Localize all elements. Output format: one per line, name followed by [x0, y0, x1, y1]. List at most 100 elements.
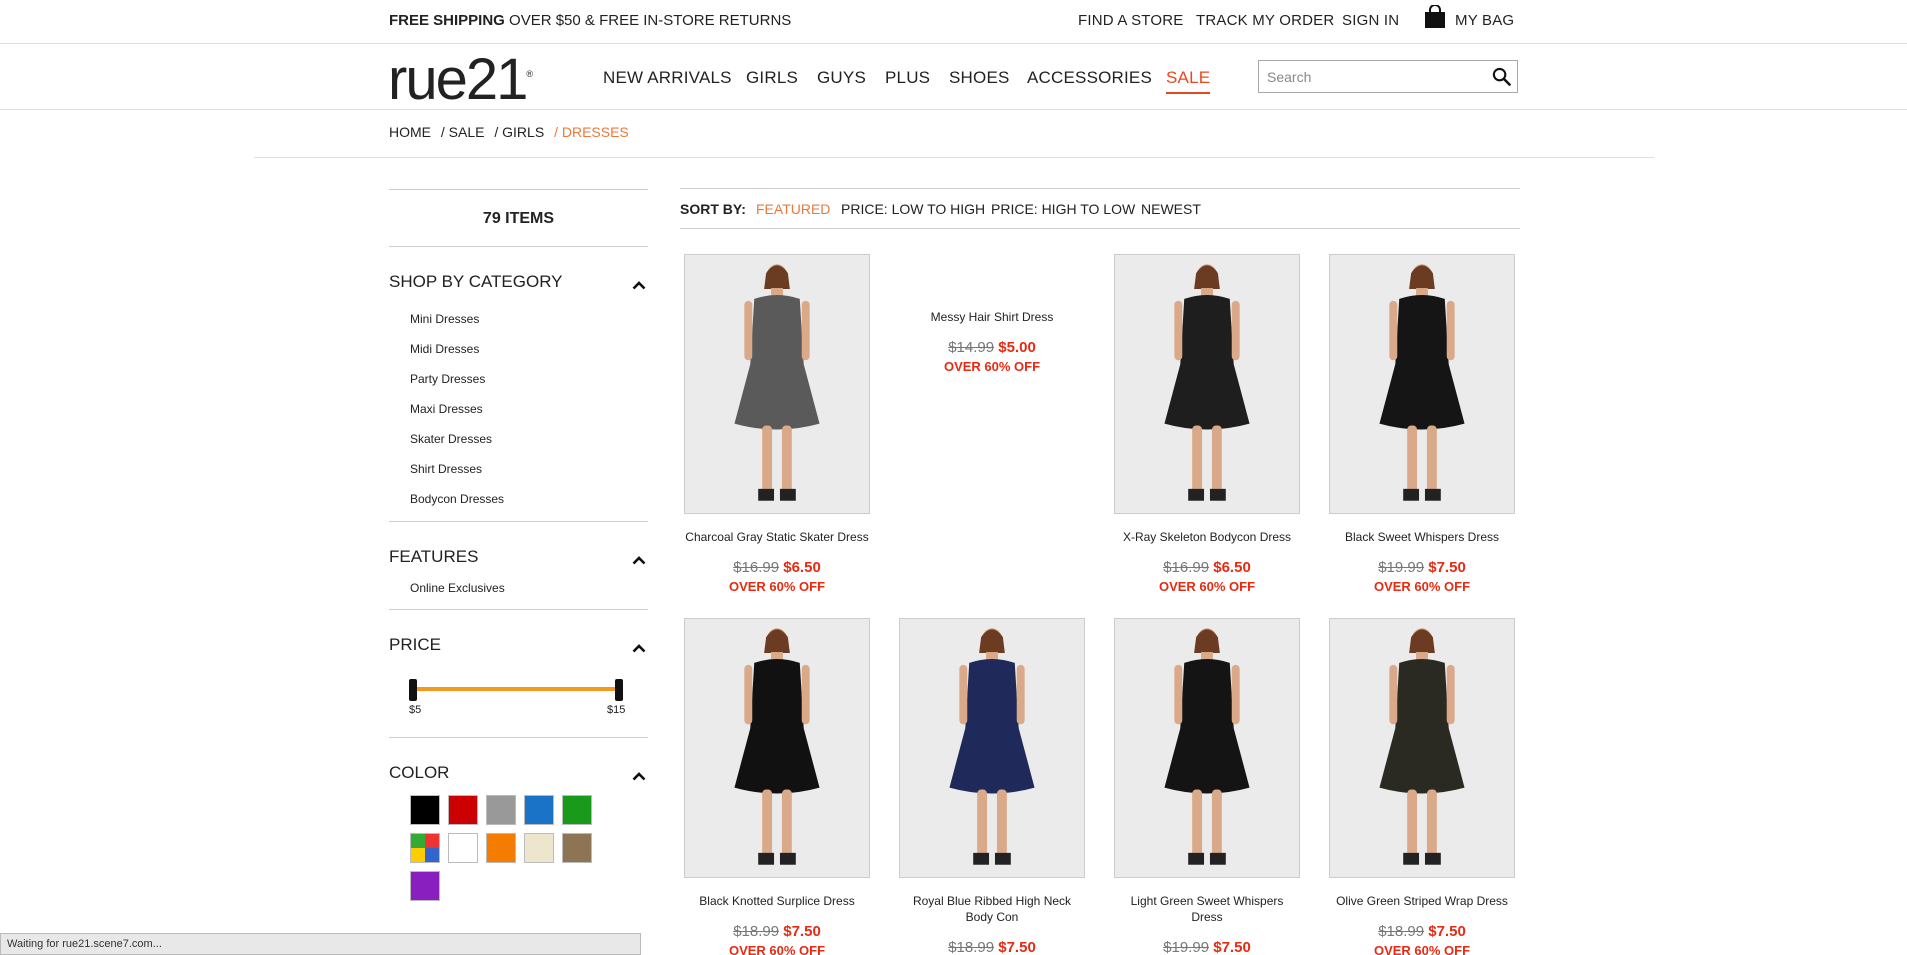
product-prices: $19.99 $7.50 — [1114, 939, 1300, 955]
price-range-slider: $5 $15 — [389, 667, 648, 737]
find-store-link[interactable]: FIND A STORE — [1078, 12, 1183, 29]
color-swatch-orange[interactable] — [486, 833, 516, 863]
original-price: $19.99 — [1163, 939, 1210, 955]
product-image[interactable] — [899, 618, 1085, 878]
nav-new-arrivals[interactable]: NEW ARRIVALS — [603, 68, 732, 88]
color-swatch-green[interactable] — [562, 795, 592, 825]
product-name[interactable]: Olive Green Striped Wrap Dress — [1329, 893, 1515, 909]
registered-mark: ® — [526, 68, 533, 79]
product-image[interactable] — [684, 254, 870, 514]
sale-price: $6.50 — [783, 559, 821, 576]
nav-guys[interactable]: GUYS — [817, 68, 866, 88]
breadcrumb-home[interactable]: HOME — [389, 124, 431, 140]
my-bag-link[interactable]: MY BAG — [1455, 12, 1514, 29]
model-photo — [1115, 619, 1299, 877]
track-order-link[interactable]: TRACK MY ORDER — [1196, 12, 1334, 29]
product-card[interactable]: Olive Green Striped Wrap Dress $18.99 $7… — [1329, 618, 1515, 955]
color-section-header[interactable]: COLOR — [389, 738, 648, 795]
product-image[interactable] — [1114, 254, 1300, 514]
product-name[interactable]: Black Knotted Surplice Dress — [684, 893, 870, 909]
product-image[interactable] — [684, 618, 870, 878]
product-prices: $19.99 $7.50 — [1329, 559, 1515, 576]
chevron-up-icon[interactable] — [632, 643, 646, 653]
features-section-header[interactable]: FEATURES — [389, 522, 648, 579]
category-maxi-dresses[interactable]: Maxi Dresses — [389, 394, 648, 424]
product-image[interactable] — [1329, 254, 1515, 514]
slider-min-handle[interactable] — [409, 679, 417, 701]
slider-track[interactable] — [411, 687, 623, 691]
product-name[interactable]: Royal Blue Ribbed High Neck Body Con — [899, 893, 1085, 925]
price-title: PRICE — [389, 635, 441, 654]
color-swatch-multi[interactable] — [410, 833, 440, 863]
color-swatch-brown[interactable] — [562, 833, 592, 863]
color-swatch-blue[interactable] — [524, 795, 554, 825]
sort-price-low-high[interactable]: PRICE: LOW TO HIGH — [841, 201, 985, 217]
color-swatch-gray[interactable] — [486, 795, 516, 825]
product-card[interactable]: X-Ray Skeleton Bodycon Dress $16.99 $6.5… — [1114, 254, 1300, 594]
product-image[interactable] — [1114, 618, 1300, 878]
promo-banner[interactable]: FREE SHIPPING OVER $50 & FREE IN-STORE R… — [389, 12, 791, 29]
category-midi-dresses[interactable]: Midi Dresses — [389, 334, 648, 364]
sort-newest[interactable]: NEWEST — [1141, 201, 1201, 217]
items-count: 79 ITEMS — [482, 210, 555, 227]
browser-status-bar: Waiting for rue21.scene7.com... — [0, 933, 641, 955]
discount-label: OVER 60% OFF — [1158, 579, 1256, 594]
chevron-up-icon[interactable] — [632, 280, 646, 290]
sort-price-high-low[interactable]: PRICE: HIGH TO LOW — [991, 201, 1135, 217]
promo-bold: FREE SHIPPING — [389, 12, 505, 29]
nav-sale[interactable]: SALE — [1166, 68, 1211, 94]
chevron-up-icon[interactable] — [632, 555, 646, 565]
original-price: $16.99 — [1163, 559, 1210, 576]
product-card[interactable]: Messy Hair Shirt Dress $14.99 $5.00 OVER… — [899, 254, 1085, 374]
color-swatch-white[interactable] — [448, 833, 478, 863]
original-price: $14.99 — [948, 339, 995, 356]
breadcrumb-sale[interactable]: / SALE — [441, 124, 485, 140]
logo-text: rue21 — [388, 47, 528, 112]
sort-featured[interactable]: FEATURED — [756, 201, 830, 217]
color-swatch-cream[interactable] — [524, 833, 554, 863]
product-card[interactable]: Charcoal Gray Static Skater Dress $16.99… — [684, 254, 870, 594]
model-photo — [1115, 255, 1299, 513]
color-swatch-purple[interactable] — [410, 871, 440, 901]
product-name[interactable]: Light Green Sweet Whispers Dress — [1114, 893, 1300, 925]
chevron-up-icon[interactable] — [632, 771, 646, 781]
category-party-dresses[interactable]: Party Dresses — [389, 364, 648, 394]
product-name[interactable]: Black Sweet Whispers Dress — [1329, 529, 1515, 545]
color-swatch-black[interactable] — [410, 795, 440, 825]
product-card[interactable]: Light Green Sweet Whispers Dress $19.99 … — [1114, 618, 1300, 955]
product-name[interactable]: Messy Hair Shirt Dress — [899, 309, 1085, 325]
nav-girls[interactable]: GIRLS — [746, 68, 798, 88]
discount-label: OVER 60% OFF — [943, 359, 1041, 374]
sort-label: SORT BY: — [680, 201, 746, 217]
category-skater-dresses[interactable]: Skater Dresses — [389, 424, 648, 454]
product-name[interactable]: X-Ray Skeleton Bodycon Dress — [1114, 529, 1300, 545]
category-section-header[interactable]: SHOP BY CATEGORY — [389, 247, 648, 304]
product-card[interactable]: Royal Blue Ribbed High Neck Body Con $18… — [899, 618, 1085, 955]
category-shirt-dresses[interactable]: Shirt Dresses — [389, 454, 648, 484]
product-prices: $14.99 $5.00 — [899, 339, 1085, 356]
breadcrumb-divider — [254, 157, 1654, 158]
search-box — [1258, 60, 1518, 93]
product-card[interactable]: Black Knotted Surplice Dress $18.99 $7.5… — [684, 618, 870, 955]
sale-price: $7.50 — [1428, 559, 1466, 576]
search-input[interactable] — [1259, 61, 1479, 92]
rue21-logo[interactable]: rue21® — [388, 46, 533, 113]
sale-price: $6.50 — [1213, 559, 1251, 576]
product-name[interactable]: Charcoal Gray Static Skater Dress — [684, 529, 870, 545]
color-swatch-red[interactable] — [448, 795, 478, 825]
model-photo — [1330, 255, 1514, 513]
nav-accessories[interactable]: ACCESSORIES — [1027, 68, 1152, 88]
price-max-label: $15 — [607, 704, 626, 716]
category-mini-dresses[interactable]: Mini Dresses — [389, 304, 648, 334]
shopping-bag-icon[interactable] — [1424, 5, 1446, 29]
slider-max-handle[interactable] — [615, 679, 623, 701]
nav-plus[interactable]: PLUS — [885, 68, 930, 88]
price-section-header[interactable]: PRICE — [389, 610, 648, 667]
product-card[interactable]: Black Sweet Whispers Dress $19.99 $7.50 … — [1329, 254, 1515, 594]
nav-shoes[interactable]: SHOES — [949, 68, 1010, 88]
sign-in-link[interactable]: SIGN IN — [1342, 12, 1399, 29]
breadcrumb-girls[interactable]: / GIRLS — [494, 124, 544, 140]
search-icon[interactable] — [1492, 67, 1511, 86]
product-image[interactable] — [1329, 618, 1515, 878]
category-bodycon-dresses[interactable]: Bodycon Dresses — [389, 484, 648, 514]
